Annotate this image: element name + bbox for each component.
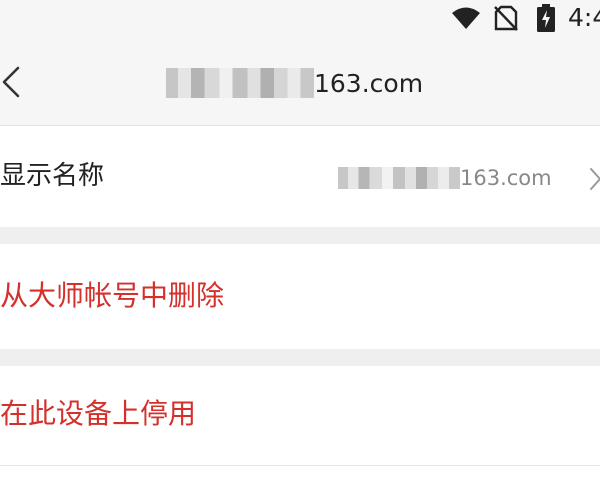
disable-on-device-row[interactable]: 在此设备上停用 (0, 366, 600, 466)
no-sim-icon (494, 5, 518, 31)
obscured-account-prefix (166, 68, 314, 98)
app-header: 163.com (0, 38, 600, 126)
remove-from-master-row[interactable]: 从大师帐号中删除 (0, 244, 600, 349)
section-divider (0, 227, 600, 244)
battery-charging-icon (537, 4, 555, 32)
account-title: 163.com (166, 66, 423, 100)
status-bar: 4:4 (0, 0, 600, 38)
disable-on-device-button[interactable]: 在此设备上停用 (0, 396, 196, 432)
section-divider (0, 349, 600, 366)
wifi-icon (452, 7, 480, 29)
status-time: 4:4 (568, 3, 600, 32)
remove-from-master-button[interactable]: 从大师帐号中删除 (0, 278, 224, 314)
obscured-display-name-prefix (338, 167, 460, 189)
display-name-value: 163.com (338, 163, 552, 193)
display-name-row[interactable]: 显示名称 163.com (0, 127, 600, 227)
back-chevron-icon[interactable] (0, 64, 22, 100)
display-name-value-suffix: 163.com (460, 166, 552, 190)
display-name-label: 显示名称 (0, 161, 105, 191)
chevron-right-icon (590, 168, 600, 190)
account-title-suffix: 163.com (314, 68, 424, 98)
page-background (0, 466, 600, 500)
